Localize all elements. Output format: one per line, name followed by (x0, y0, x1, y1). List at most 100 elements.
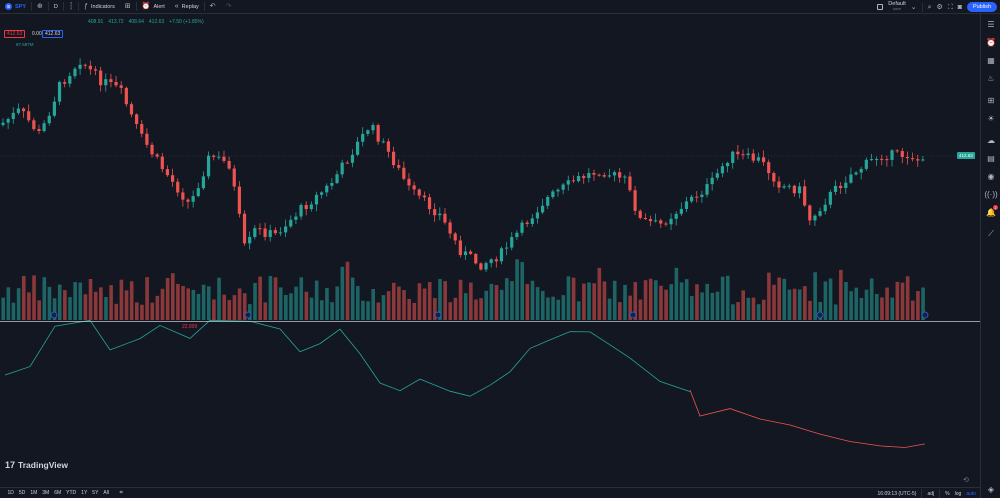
ideas-icon[interactable]: ☀ (986, 113, 996, 123)
volume-bar (540, 290, 545, 320)
notifications-icon[interactable]: 🔔 2 (986, 205, 998, 217)
chevron-down-icon[interactable]: ⌄ (911, 4, 917, 11)
layout-checkbox-icon[interactable] (877, 4, 884, 10)
undo-button[interactable]: ↶ (205, 0, 221, 14)
interval-button[interactable]: D (49, 0, 63, 14)
volume-bar (561, 295, 566, 320)
candles-icon: ┆ (68, 3, 74, 10)
candle (910, 158, 915, 160)
reset-scale-icon[interactable]: ⟲ (963, 476, 969, 484)
range-1d[interactable]: 1D (5, 490, 16, 496)
log-toggle[interactable]: log (955, 491, 962, 497)
candle (664, 223, 668, 225)
candle (654, 220, 658, 222)
dividend-marker-icon[interactable] (434, 311, 442, 319)
candle (767, 162, 771, 174)
camera-icon[interactable]: ◙ (958, 4, 962, 11)
candle (669, 218, 673, 225)
volume-bar (304, 291, 309, 320)
calendar-icon[interactable]: ▦ (986, 55, 996, 65)
percent-toggle[interactable]: % (945, 491, 949, 497)
hotlist-icon[interactable]: ♨ (986, 73, 996, 83)
pane-separator[interactable] (0, 321, 980, 322)
volume-bar (782, 278, 787, 320)
candle (268, 230, 272, 237)
volume-bar (725, 275, 730, 320)
volume-bar (705, 283, 710, 320)
replay-button[interactable]: « Replay (170, 0, 204, 14)
volume-bar (525, 283, 530, 320)
volume-bar (222, 294, 226, 320)
volume-bar (823, 281, 828, 320)
auto-toggle[interactable]: auto (966, 491, 976, 497)
range-6m[interactable]: 6M (52, 490, 64, 496)
volume-bar (869, 278, 874, 320)
toolbar-right: Default save ⌄ ⌕ ⚙ ⛶ ◙ Publish (877, 0, 997, 14)
candle (648, 219, 653, 222)
range-ytd[interactable]: YTD (64, 490, 79, 496)
volume-bar (145, 277, 149, 320)
range-5d[interactable]: 5D (16, 490, 27, 496)
range-3m[interactable]: 3M (40, 490, 52, 496)
candle (16, 108, 21, 113)
candle (695, 196, 699, 198)
streams-icon[interactable]: ◉ (986, 171, 996, 181)
settings-icon[interactable]: ⚙ (937, 4, 943, 11)
signals-icon[interactable]: ((·)) (984, 189, 997, 199)
trading-panel-icon[interactable]: ⟋ (986, 229, 996, 239)
price-chart[interactable] (0, 15, 980, 485)
volume-bar (412, 302, 417, 320)
adj-toggle[interactable]: adj (927, 491, 934, 497)
candle (212, 155, 216, 157)
dividend-marker-icon[interactable] (244, 311, 252, 319)
publish-button[interactable]: Publish (966, 2, 997, 12)
candle (186, 199, 190, 202)
candle (289, 219, 293, 227)
news-icon[interactable]: ▤ (986, 153, 996, 163)
search-icon[interactable]: ⌕ (928, 4, 932, 11)
volume-bar (391, 282, 396, 320)
chat-icon[interactable]: ☁ (986, 135, 996, 145)
range-1y[interactable]: 1Y (79, 490, 90, 496)
volume-bar (833, 304, 838, 320)
candle (155, 154, 159, 157)
range-5y[interactable]: 5Y (90, 490, 101, 496)
watchlist-icon[interactable]: ☰ (986, 19, 996, 29)
candle (397, 165, 401, 168)
undo-icon: ↶ (209, 3, 216, 10)
layers-icon[interactable]: ◈ (986, 484, 996, 494)
layout-selector[interactable]: Default save (888, 2, 905, 11)
volume-bar (808, 300, 812, 320)
tradingview-logo-icon: 17 (5, 460, 16, 470)
goto-date-icon[interactable]: ⌗ (119, 490, 122, 496)
candle (391, 151, 396, 166)
volume-bar (386, 291, 391, 320)
templates-button[interactable]: ⊞ (120, 0, 136, 14)
volume-bar (905, 276, 910, 320)
tradingview-logo[interactable]: 17 TradingView (5, 460, 68, 470)
candle (422, 195, 426, 198)
fullscreen-icon[interactable]: ⛶ (948, 4, 953, 11)
dividend-marker-icon[interactable] (50, 311, 58, 319)
indicators-button[interactable]: ƒ Indicators (79, 0, 120, 14)
chart-type-button[interactable]: ┆ (64, 0, 78, 14)
candle (47, 115, 51, 124)
range-1m[interactable]: 1M (28, 490, 40, 496)
compare-button[interactable]: ⊕ (32, 0, 48, 14)
data-window-icon[interactable]: ⊞ (986, 95, 996, 105)
volume-bar (684, 279, 689, 320)
range-all[interactable]: All (101, 490, 112, 496)
symbol-search[interactable]: S SPY (0, 0, 31, 14)
volume-bar (99, 287, 103, 320)
volume-bar (361, 300, 365, 320)
candle (27, 111, 31, 121)
dividend-marker-icon[interactable] (629, 311, 637, 319)
dividend-marker-icon[interactable] (921, 311, 929, 319)
clock-time[interactable]: 16:09:13 (UTC-5) (878, 491, 917, 497)
dividend-marker-icon[interactable] (816, 311, 824, 319)
alarm-icon[interactable]: ⏰ (986, 37, 996, 47)
redo-button[interactable]: ↷ (221, 0, 237, 14)
volume-bar (756, 304, 761, 320)
alert-button[interactable]: ⏰ Alert (137, 0, 170, 14)
candle (109, 79, 113, 83)
